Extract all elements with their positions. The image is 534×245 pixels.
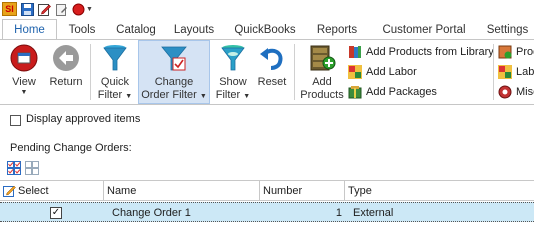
- add-labor-label: Add Labor: [366, 66, 417, 78]
- return-button[interactable]: Return: [47, 40, 85, 104]
- add-products-icon: [306, 42, 338, 74]
- column-header-select[interactable]: Select: [0, 181, 104, 201]
- product-icon: [498, 45, 512, 59]
- misc-cut-button[interactable]: Misc: [498, 84, 534, 100]
- table-row[interactable]: ✓ Change Order 1 1 External: [0, 202, 534, 222]
- show-filter-label: Show Filter ▼: [215, 76, 251, 101]
- document-edit-icon[interactable]: [54, 2, 68, 16]
- tab-customer-portal[interactable]: Customer Portal: [367, 19, 481, 40]
- tab-catalog[interactable]: Catalog: [107, 19, 165, 40]
- library-icon: [348, 45, 362, 59]
- back-arrow-icon: [50, 42, 82, 74]
- return-label: Return: [49, 76, 83, 88]
- save-icon[interactable]: [20, 2, 34, 16]
- quick-filter-button[interactable]: Quick Filter ▼: [94, 40, 136, 104]
- row-number-cell: 1: [335, 206, 342, 219]
- quick-access-toolbar: SI ▼: [0, 0, 534, 18]
- edit-icon[interactable]: [37, 2, 51, 16]
- add-products-from-library-label: Add Products from Library: [366, 46, 494, 58]
- row-type-cell: External: [353, 206, 394, 219]
- display-approved-label: Display approved items: [26, 113, 141, 125]
- uncheck-all-icon[interactable]: [25, 161, 39, 175]
- ribbon-separator: [90, 44, 91, 100]
- tab-tools[interactable]: Tools: [57, 19, 107, 40]
- labor-icon: [348, 65, 362, 79]
- ribbon-separator: [294, 44, 295, 100]
- row-select-checkbox[interactable]: ✓: [50, 203, 64, 222]
- add-products-label: Add Products: [300, 76, 344, 101]
- reset-label: Reset: [257, 76, 287, 88]
- add-packages-label: Add Packages: [366, 86, 437, 98]
- change-order-filter-icon: [158, 43, 190, 74]
- tab-layouts[interactable]: Layouts: [165, 19, 223, 40]
- add-products-from-library-button[interactable]: Add Products from Library: [348, 44, 494, 60]
- grid-header: Select Name Number Type: [0, 181, 534, 201]
- tab-quickbooks[interactable]: QuickBooks: [223, 19, 307, 40]
- record-icon[interactable]: [71, 2, 85, 16]
- view-icon: [8, 42, 40, 74]
- column-header-number[interactable]: Number: [260, 181, 345, 201]
- edit-checkbox-icon: [3, 185, 16, 197]
- column-header-name[interactable]: Name: [104, 181, 260, 201]
- column-header-type[interactable]: Type: [345, 181, 534, 201]
- tab-home[interactable]: Home: [2, 19, 57, 40]
- row-name-cell: Change Order 1: [112, 206, 191, 219]
- tab-settings[interactable]: Settings: [481, 19, 534, 40]
- change-order-filter-label: Change Order Filter ▼: [141, 76, 207, 101]
- show-filter-button[interactable]: Show Filter ▼: [214, 40, 252, 104]
- prod-label: Prod: [516, 46, 534, 58]
- chevron-down-icon[interactable]: ▼: [86, 6, 93, 13]
- display-approved-checkbox[interactable]: [10, 115, 21, 126]
- change-order-filter-button[interactable]: Change Order Filter ▼: [138, 40, 210, 104]
- labor-cut-button[interactable]: Labo: [498, 64, 534, 80]
- add-products-cut-button[interactable]: Prod: [498, 44, 534, 60]
- undo-arrow-icon: [256, 42, 288, 74]
- misc-icon: [498, 85, 512, 99]
- check-all-icon[interactable]: [7, 161, 21, 175]
- view-dropdown-arrow-icon: ▼: [20, 89, 28, 96]
- app-logo: SI: [2, 2, 17, 16]
- change-orders-grid: Select Name Number Type ✓ Change Order 1…: [0, 180, 534, 245]
- show-filter-icon: [217, 42, 249, 74]
- add-labor-button[interactable]: Add Labor: [348, 64, 417, 80]
- quick-filter-label: Quick Filter ▼: [97, 76, 133, 101]
- add-packages-button[interactable]: Add Packages: [348, 84, 437, 100]
- labor-icon: [498, 65, 512, 79]
- checkmark-icon: ✓: [50, 206, 62, 219]
- add-products-button[interactable]: Add Products: [300, 40, 344, 104]
- tab-reports[interactable]: Reports: [307, 19, 367, 40]
- view-label: View: [12, 76, 36, 88]
- view-button[interactable]: View ▼: [6, 40, 42, 104]
- misc-label: Misc: [516, 86, 534, 98]
- ribbon-separator: [493, 44, 494, 100]
- reset-button[interactable]: Reset: [254, 40, 290, 104]
- pending-change-orders-label: Pending Change Orders:: [10, 142, 132, 154]
- labo-label: Labo: [516, 66, 534, 78]
- ribbon-tabs: Home Tools Catalog Layouts QuickBooks Re…: [0, 19, 534, 40]
- ribbon: View ▼ Return Quick Filter ▼ Change Order …: [0, 39, 534, 105]
- packages-icon: [348, 85, 362, 99]
- funnel-icon: [99, 42, 131, 74]
